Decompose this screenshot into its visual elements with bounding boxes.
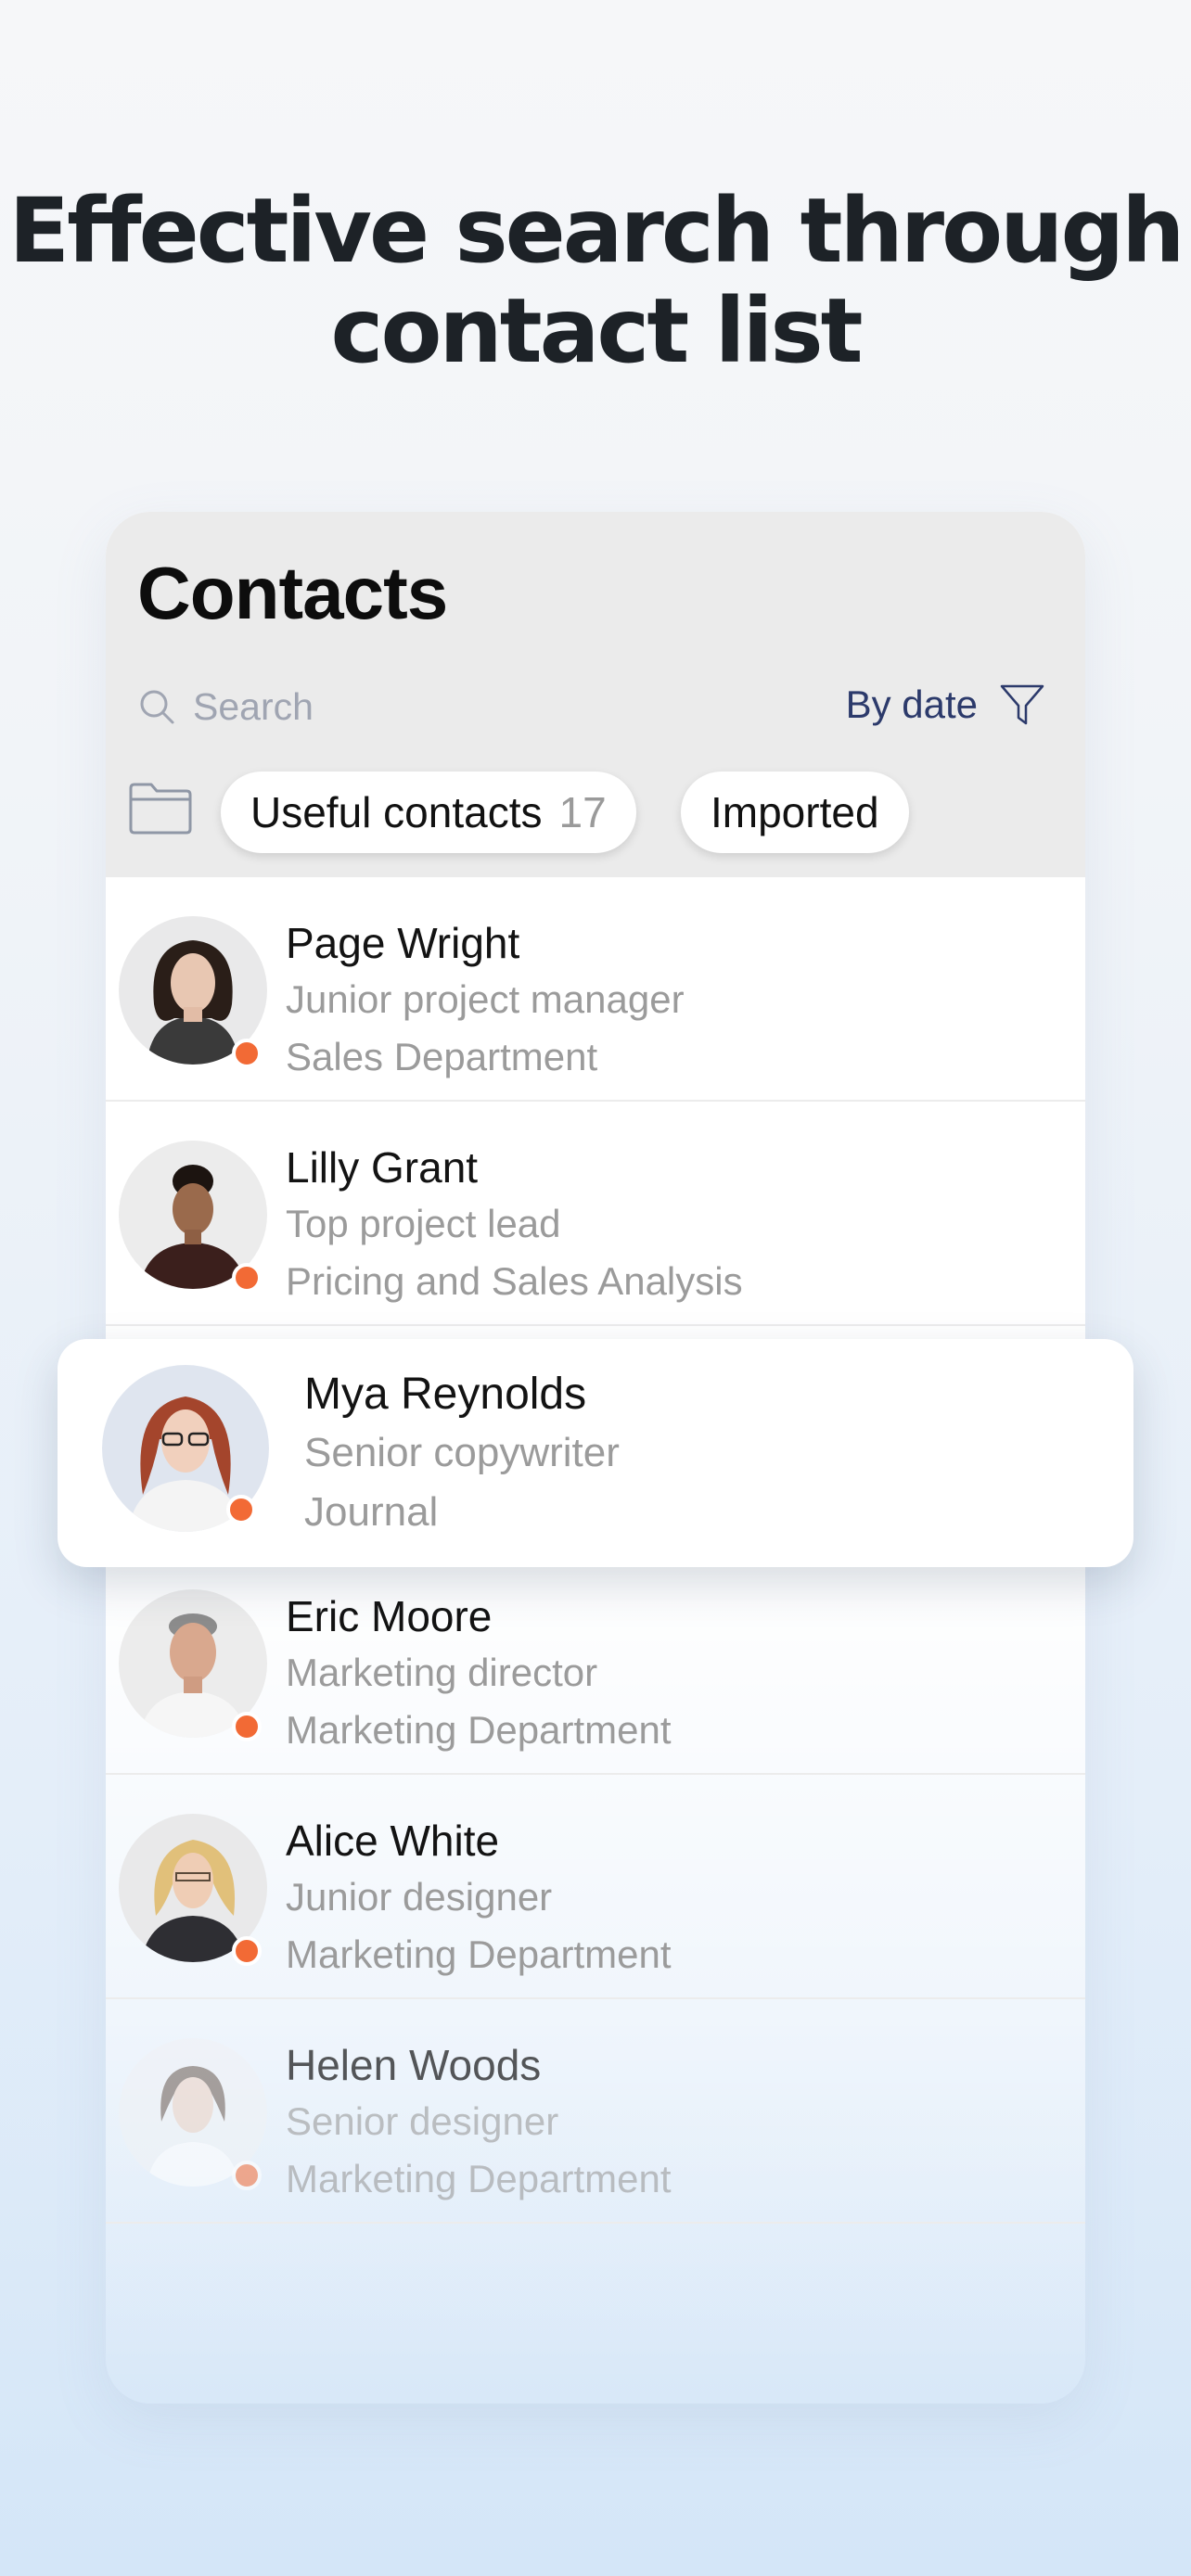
status-dot [232,1936,262,1966]
contact-row[interactable]: Eric Moore Marketing director Marketing … [106,1550,1085,1775]
contacts-header: Contacts Search By date Useful contacts … [106,512,1085,877]
status-dot [232,1712,262,1741]
headline-line-2: contact list [330,279,864,383]
contact-department: Marketing Department [286,1708,672,1752]
contact-name: Mya Reynolds [304,1370,587,1419]
search-placeholder: Search [193,684,314,728]
contact-role: Marketing director [286,1651,598,1694]
headline: Effective search through contact list [0,181,1191,381]
contact-department: Marketing Department [286,1932,672,1976]
contact-row[interactable]: Lilly Grant Top project lead Pricing and… [106,1102,1085,1326]
chip-useful-contacts[interactable]: Useful contacts 17 [221,772,636,853]
contact-role: Senior copywriter [304,1430,620,1475]
chip-useful-contacts-label: Useful contacts [250,788,543,836]
contact-name: Alice White [286,1817,500,1865]
contact-department: Sales Department [286,1035,598,1078]
contact-role: Junior project manager [286,977,685,1021]
status-dot [232,2161,262,2190]
contact-department: Marketing Department [286,2157,672,2200]
contact-row[interactable]: Helen Woods Senior designer Marketing De… [106,1999,1085,2224]
contact-row-highlighted[interactable]: Mya Reynolds Senior copywriter Journal [58,1339,1133,1567]
contact-row[interactable]: Alice White Junior designer Marketing De… [106,1775,1085,1999]
filter-icon [1000,684,1044,725]
chip-imported-label: Imported [711,788,879,836]
contact-role: Top project lead [286,1202,561,1245]
contact-department: Journal [304,1489,439,1535]
contact-name: Page Wright [286,919,520,967]
contact-department: Pricing and Sales Analysis [286,1259,743,1303]
contact-name: Lilly Grant [286,1143,479,1192]
status-dot [232,1263,262,1293]
sort-label: By date [845,682,978,726]
contact-name: Helen Woods [286,2041,542,2089]
headline-line-1: Effective search through [8,179,1185,283]
folder-icon[interactable] [128,781,193,836]
contact-name: Eric Moore [286,1592,493,1640]
contact-role: Senior designer [286,2099,559,2143]
contact-row[interactable]: Page Wright Junior project manager Sales… [106,877,1085,1102]
sort-by-date-button[interactable]: By date [846,675,1046,734]
search-field[interactable]: Search [137,679,527,734]
status-dot [226,1495,256,1524]
contact-role: Junior designer [286,1875,553,1919]
chip-useful-contacts-count: 17 [558,788,607,836]
page-title: Contacts [137,552,448,634]
status-dot [232,1039,262,1068]
search-icon [140,690,174,724]
chip-imported[interactable]: Imported [681,772,909,853]
